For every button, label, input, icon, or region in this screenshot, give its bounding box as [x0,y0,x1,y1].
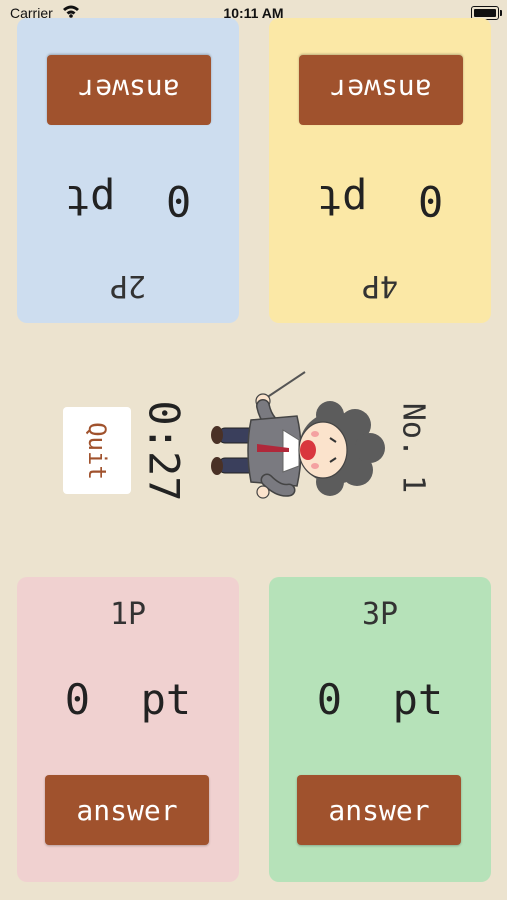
player-2-score: 0 pt [64,176,192,225]
player-3-score: 0 pt [316,675,444,724]
player-4-score: 0 pt [316,176,444,225]
player-3-answer-button[interactable]: answer [297,775,461,845]
player-4-label: 4P [361,268,399,303]
player-4-panel: 4P 0 pt answer [269,18,491,323]
player-1-answer-button[interactable]: answer [45,775,209,845]
quit-button[interactable]: Quit [63,407,131,494]
timer-display: 0:27 [139,400,189,502]
player-1-score: 0 pt [64,675,192,724]
player-3-panel: 3P 0 pt answer [269,577,491,882]
player-3-label: 3P [361,597,399,632]
player-2-panel: 2P 0 pt answer [17,18,239,323]
player-1-label: 1P [109,597,147,632]
round-number: No. 1 [395,402,431,494]
conductor-character-icon [205,370,390,520]
player-4-answer-button[interactable]: answer [299,55,463,125]
player-1-panel: 1P 0 pt answer [17,577,239,882]
player-2-label: 2P [109,268,147,303]
game-center: Quit 0:27 No. 1 [0,370,507,520]
player-2-answer-button[interactable]: answer [47,55,211,125]
quit-label: Quit [83,421,111,480]
